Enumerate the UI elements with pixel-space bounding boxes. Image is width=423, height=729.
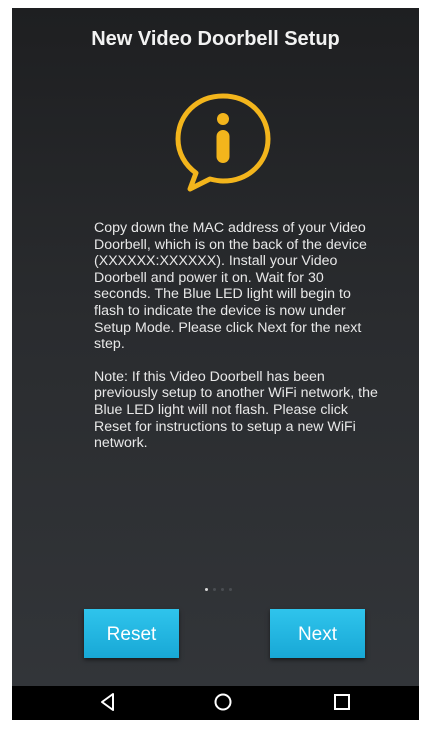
recents-icon — [334, 694, 350, 710]
page-dot-active — [205, 588, 208, 591]
info-icon — [170, 90, 276, 196]
page-dot — [229, 588, 232, 591]
android-navigation-bar — [12, 686, 419, 720]
setup-screen: New Video Doorbell Setup Copy down the M… — [12, 8, 419, 720]
instructions-text: Copy down the MAC address of your Video … — [94, 220, 384, 468]
reset-button[interactable]: Reset — [84, 609, 179, 658]
page-dot — [221, 588, 224, 591]
instructions-paragraph: Copy down the MAC address of your Video … — [94, 220, 367, 353]
home-icon — [214, 693, 232, 711]
recents-button[interactable] — [312, 686, 372, 720]
home-button[interactable] — [193, 686, 253, 720]
page-dot — [213, 588, 216, 591]
note-paragraph: Note: If this Video Doorbell has been pr… — [94, 368, 378, 452]
back-icon — [101, 693, 114, 711]
next-button[interactable]: Next — [270, 609, 365, 658]
page-title: New Video Doorbell Setup — [91, 28, 340, 50]
page-indicator — [205, 588, 245, 592]
back-button[interactable] — [78, 686, 138, 720]
